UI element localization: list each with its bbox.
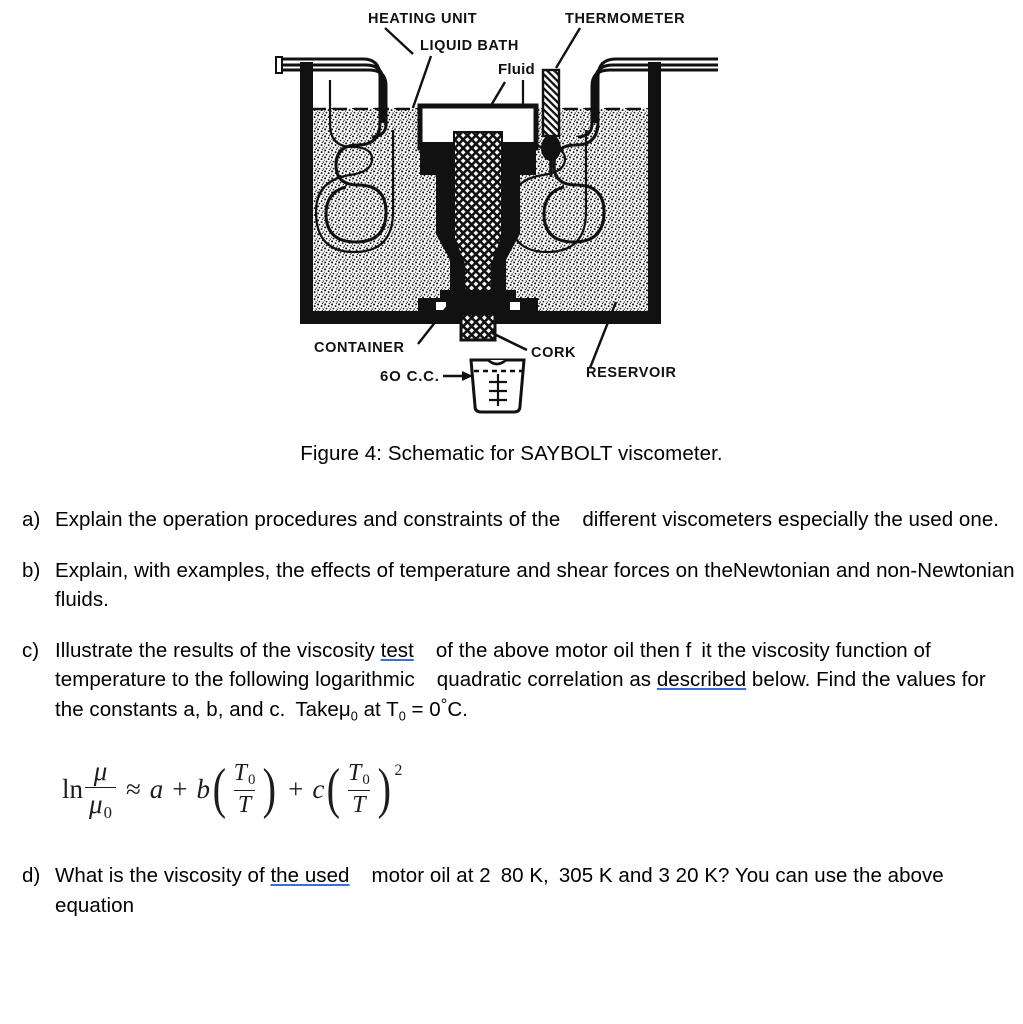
leader-heating-unit — [384, 27, 414, 55]
question-c-mu-subscript: 0 — [350, 708, 358, 724]
equation-T-1: T — [237, 791, 252, 818]
equation-first-ratio-group: ( T0 T ) — [210, 758, 279, 821]
question-d-misspelled-the-used: the used — [270, 864, 350, 888]
question-marker-c: c) — [22, 638, 40, 662]
equation-mu0-denominator: μ0 — [85, 786, 116, 822]
leader-cork — [491, 331, 528, 352]
equation-mu-numerator: μ — [90, 757, 112, 787]
equation-T0-base-2: T — [348, 759, 362, 786]
figure-label-volume: 6O C.C. — [380, 368, 440, 385]
equation-T0-numerator-2: T0 — [344, 759, 374, 790]
question-item-d: d) What is the viscosity of the used moto… — [0, 861, 1023, 919]
equation-approx-sign: ≈ — [125, 773, 141, 804]
equation-T0-subscript-1: 0 — [248, 772, 256, 789]
volume-arrow — [443, 371, 473, 381]
equation-T0-over-T-1: T0 T — [230, 759, 260, 819]
question-text-a: Explain the operation procedures and con… — [55, 505, 1017, 534]
question-list: a) Explain the operation procedures and … — [0, 505, 1023, 726]
equation-T0-subscript-2: 0 — [362, 772, 370, 789]
viscosity-correlation-equation: ln μ μ0 ≈ a + b ( T0 T ) + c ( T0 T ) 2 — [62, 757, 402, 821]
question-c-misspelled-test: test — [380, 638, 414, 662]
equation-mu0-subscript: 0 — [103, 802, 112, 822]
equation-row: ln μ μ0 ≈ a + b ( T0 T ) + c ( T0 T ) 2 — [0, 747, 1023, 831]
question-marker-a: a) — [22, 507, 41, 531]
svg-text:THERMOMETER: THERMOMETER — [565, 11, 685, 27]
question-c-segment-5: Takeμ — [295, 698, 351, 722]
svg-text:CONTAINER: CONTAINER — [314, 340, 405, 356]
equation-T-denominator-2: T — [348, 789, 370, 818]
question-c-segment-6: at T — [357, 698, 399, 722]
figure-label-reservoir: RESERVOIR — [586, 365, 677, 381]
question-c-segment-7: = 0 — [405, 698, 441, 722]
question-text-c: Illustrate the results of the viscosity … — [55, 636, 1017, 726]
question-c-temperature-subscript: 0 — [398, 708, 406, 724]
question-c-segment-8: C. — [447, 698, 468, 722]
equation-T0-base-1: T — [233, 759, 248, 786]
figure-block: HEATING UNIT LIQUID BATH Fluid THERMOMET… — [0, 0, 1023, 432]
question-item-a: a) Explain the operation procedures and … — [0, 505, 1023, 534]
equation-plus-2: + — [288, 773, 304, 804]
question-c-segment-0: Illustrate the results of the viscosity — [55, 638, 381, 662]
figure-label-fluid: Fluid — [498, 61, 535, 78]
figure-caption: Figure 4: Schematic for SAYBOLT viscomet… — [300, 442, 723, 465]
equation-T0-over-T-2: T0 T — [344, 759, 374, 819]
saybolt-viscometer-schematic: HEATING UNIT LIQUID BATH Fluid THERMOMET… — [268, 2, 728, 422]
equation-T-denominator-1: T — [233, 789, 256, 818]
question-a-segment-1: different viscometers especially the use… — [582, 507, 1000, 531]
svg-text:6O C.C.: 6O C.C. — [380, 368, 440, 385]
question-marker-b: b) — [22, 558, 41, 582]
equation-mu-ratio-fraction: μ μ0 — [85, 757, 116, 821]
equation-T-2: T — [352, 791, 366, 818]
question-d-segment-1: motor oil at 2 — [371, 864, 491, 888]
equation-T0-numerator-1: T0 — [230, 759, 260, 790]
equation-paren-close-2: ) — [377, 758, 391, 821]
equation-constant-a: a — [149, 773, 164, 804]
heating-tube-inlet — [275, 56, 283, 74]
equation-constant-c: c — [312, 773, 325, 804]
svg-text:LIQUID BATH: LIQUID BATH — [420, 38, 519, 54]
svg-text:CORK: CORK — [531, 345, 576, 361]
equation-constant-b: b — [196, 773, 211, 804]
question-a-segment-0: Explain the operation procedures and con… — [55, 507, 561, 531]
equation-second-ratio-group: ( T0 T ) 2 — [324, 758, 403, 821]
question-c-segment-1: of the above motor oil then f — [435, 638, 692, 662]
figure-label-cork: CORK — [531, 345, 576, 361]
question-item-c: c) Illustrate the results of the viscosi… — [0, 636, 1023, 726]
question-marker-d: d) — [22, 864, 41, 888]
question-list-continued: d) What is the viscosity of the used moto… — [0, 861, 1023, 919]
equation-mu0-base: μ — [89, 788, 103, 819]
figure-label-liquid-bath: LIQUID BATH — [420, 38, 519, 54]
graduated-beaker — [469, 358, 526, 414]
equation-plus-1: + — [172, 773, 188, 804]
equation-exponent-2: 2 — [394, 761, 403, 779]
question-item-b: b) Explain, with examples, the effects o… — [0, 556, 1023, 614]
figure-label-thermometer: THERMOMETER — [565, 11, 685, 27]
question-d-segment-0: What is the viscosity of — [55, 864, 271, 888]
question-text-d: What is the viscosity of the used motor o… — [55, 861, 1017, 919]
question-c-segment-3: quadratic correlation as — [436, 668, 657, 692]
figure-label-container: CONTAINER — [314, 340, 405, 356]
question-d-segment-2: 80 K, — [500, 864, 549, 888]
question-text-b: Explain, with examples, the effects of t… — [55, 558, 1015, 611]
figure-label-heating-unit: HEATING UNIT — [368, 11, 477, 27]
equation-mu: μ — [93, 756, 108, 787]
svg-text:HEATING UNIT: HEATING UNIT — [368, 11, 477, 27]
cork-plug — [459, 312, 497, 342]
equation-paren-open-2: ( — [326, 758, 341, 821]
question-c-misspelled-described: described — [656, 668, 747, 692]
equation-paren-open-1: ( — [212, 758, 227, 821]
equation-paren-close-1: ) — [263, 758, 277, 821]
svg-text:RESERVOIR: RESERVOIR — [586, 365, 677, 381]
leader-thermometer — [554, 27, 582, 69]
equation-ln: ln — [62, 773, 84, 804]
svg-text:Fluid: Fluid — [498, 61, 535, 78]
